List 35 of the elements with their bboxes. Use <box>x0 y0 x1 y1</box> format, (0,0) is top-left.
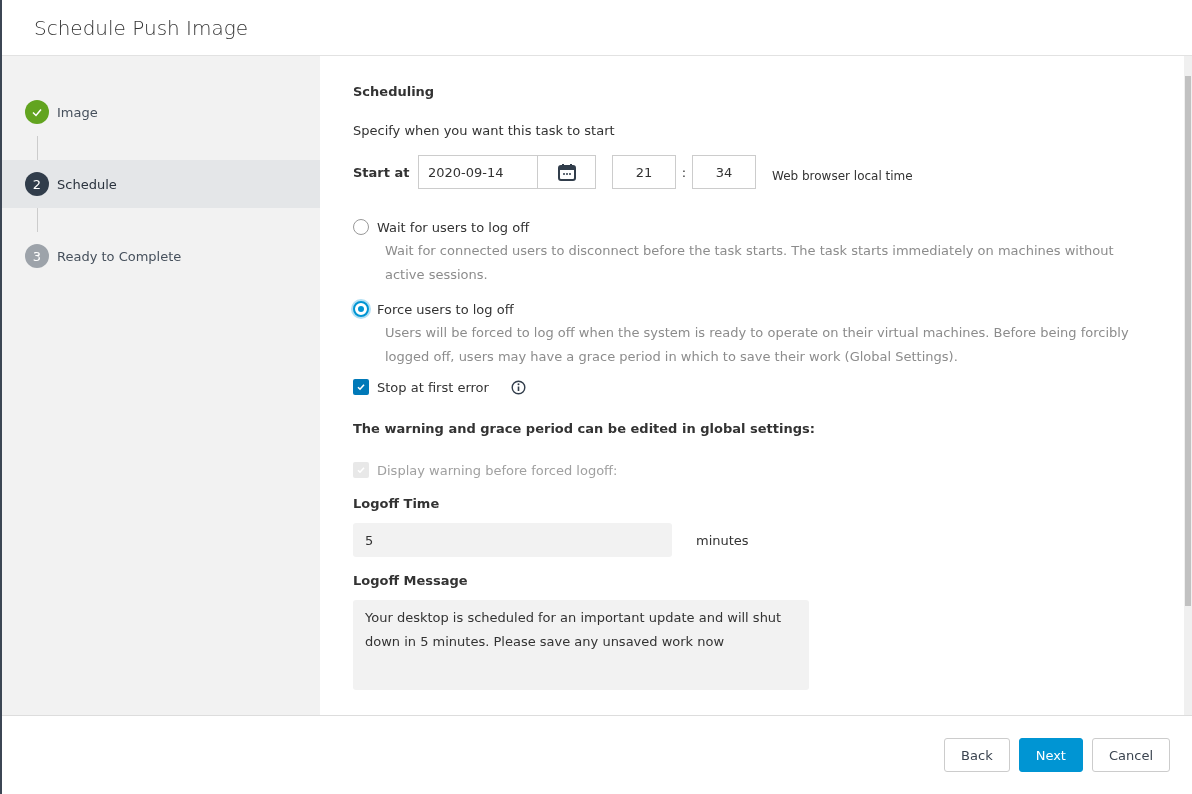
hour-field[interactable]: 21 <box>612 155 676 189</box>
secondary-button[interactable]: Cancel <box>1091 738 1170 772</box>
dialog-title: Schedule Push Image <box>34 15 249 40</box>
date-field[interactable]: 2020-09-14 <box>418 155 538 189</box>
logoff-time-field[interactable]: 5 <box>353 523 672 557</box>
logoff-time-label: Logoff Time <box>353 496 441 511</box>
wizard-step[interactable]: Image <box>2 88 320 136</box>
section-title: Scheduling <box>353 84 436 99</box>
wizard-step[interactable]: 3 Ready to Complete <box>2 232 320 280</box>
calendar-button[interactable] <box>538 155 596 189</box>
step-number: 2 <box>25 172 49 196</box>
check-icon <box>356 382 366 392</box>
start-at-label: Start at <box>353 164 411 180</box>
intro-text: Specify when you want this task to start <box>353 123 616 138</box>
option-description: Users will be forced to log off when the system is ready to operate on their virtual machines. Before being forcibly logged off, users may have a grace period in which to save their work (Global Settings). <box>384 324 1130 366</box>
wizard-step[interactable]: 2 Schedule <box>2 160 320 208</box>
unit-label: minutes <box>696 532 749 548</box>
timezone-note: Web browser local time <box>772 169 913 183</box>
global-settings-note: The warning and grace period can be edited in global settings: <box>353 421 816 436</box>
radio-button[interactable] <box>353 219 369 235</box>
radio-label[interactable]: Force users to log off <box>377 301 514 317</box>
info-icon[interactable] <box>510 379 526 395</box>
checkbox-label[interactable]: Stop at first error <box>377 379 489 395</box>
step-number: 3 <box>25 244 49 268</box>
time-separator: : <box>680 164 688 180</box>
logoff-message-field[interactable]: Your desktop is scheduled for an important update and will shut down in 5 minutes. Please save any unsaved work now <box>353 600 809 690</box>
logoff-message-label: Logoff Message <box>353 573 469 588</box>
option-description: Wait for connected users to disconnect before the task starts. The task starts immediately on machines without active sessions. <box>384 242 1115 284</box>
radio-button[interactable] <box>353 301 369 317</box>
minute-field[interactable]: 34 <box>692 155 756 189</box>
calendar-icon <box>556 162 577 182</box>
radio-label[interactable]: Wait for users to log off <box>377 219 530 235</box>
scrollbar-thumb[interactable] <box>1185 76 1191 606</box>
secondary-button[interactable]: Back <box>944 738 1010 772</box>
checkbox[interactable] <box>353 379 369 395</box>
